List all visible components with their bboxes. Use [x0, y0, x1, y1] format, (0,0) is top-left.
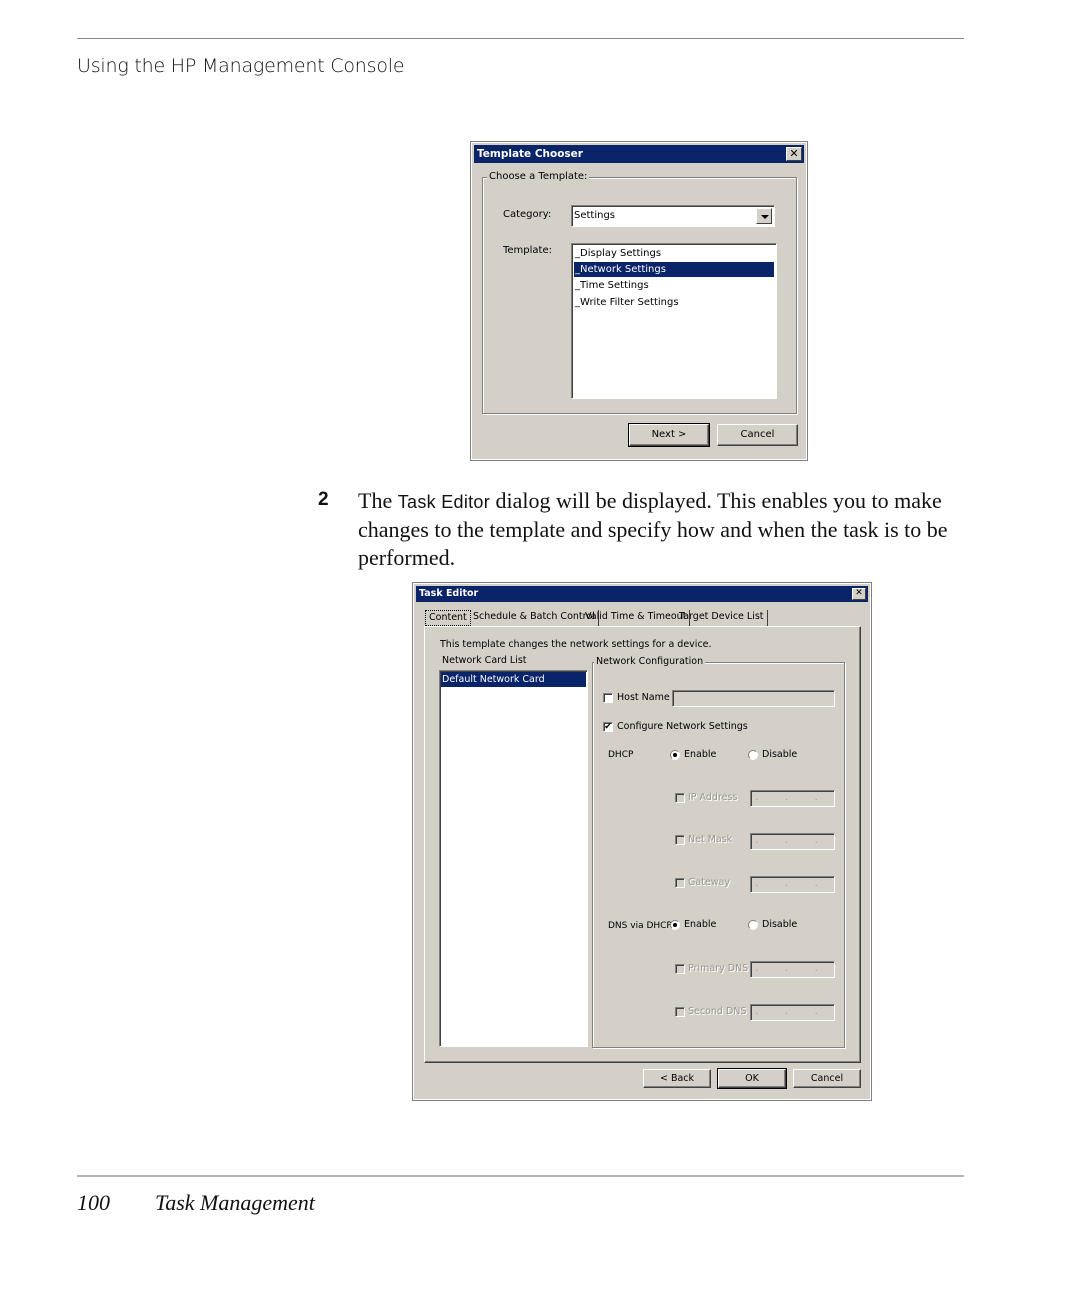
ip-address-checkbox[interactable]	[675, 793, 685, 803]
template-chooser-titlebar[interactable]: Template Chooser ✕	[474, 145, 804, 163]
template-list-item[interactable]: _Write Filter Settings	[574, 295, 774, 310]
dns-enable-label: Enable	[684, 919, 717, 930]
template-chooser-dialog: Template Chooser ✕ Choose a Template: Ca…	[470, 141, 808, 461]
choose-template-group-label: Choose a Template:	[487, 171, 590, 183]
cancel-button[interactable]: Cancel	[717, 424, 798, 446]
task-editor-titlebar[interactable]: Task Editor ✕	[416, 586, 868, 602]
network-configuration-label: Network Configuration	[594, 656, 706, 668]
category-label: Category:	[503, 209, 552, 220]
tab-target-device-list[interactable]: Target Device List	[676, 610, 768, 626]
gateway-checkbox[interactable]	[675, 878, 685, 888]
gateway-input[interactable]: . . .	[750, 876, 835, 893]
dhcp-enable-label: Enable	[684, 749, 717, 760]
network-card-list-label: Network Card List	[440, 655, 529, 667]
dhcp-disable-radio[interactable]	[748, 750, 758, 760]
close-icon[interactable]: ✕	[786, 147, 802, 161]
template-label: Template:	[503, 245, 552, 256]
close-icon[interactable]: ✕	[852, 588, 866, 600]
dhcp-label: DHCP	[608, 750, 634, 760]
task-editor-title: Task Editor	[419, 588, 479, 599]
dhcp-enable-radio[interactable]	[670, 750, 680, 760]
primary-dns-label: Primary DNS	[688, 963, 749, 974]
network-card-listbox[interactable]: Default Network Card	[439, 670, 588, 1047]
header-rule	[77, 38, 964, 39]
second-dns-checkbox[interactable]	[675, 1007, 685, 1017]
step-text: The Task Editor dialog will be displayed…	[358, 487, 958, 572]
template-list-item[interactable]: _Display Settings	[574, 246, 774, 261]
configure-network-label: Configure Network Settings	[617, 721, 748, 732]
tab-valid-time-timeout[interactable]: Valid Time & Timeout	[582, 610, 691, 626]
net-mask-value: . . .	[755, 836, 830, 846]
footer-section-title: Task Management	[155, 1190, 315, 1215]
task-editor-dialog: Task Editor ✕ Content Schedule & Batch C…	[412, 582, 872, 1101]
template-listbox[interactable]: _Display Settings _Network Settings _Tim…	[571, 243, 777, 399]
footer-rule	[77, 1175, 964, 1177]
page-number: 100	[77, 1190, 110, 1215]
network-card-list-group: Network Card List Default Network Card	[439, 655, 588, 1047]
ip-address-input[interactable]: . . .	[750, 790, 835, 807]
content-tab-panel: This template changes the network settin…	[424, 626, 861, 1063]
network-card-item-selected[interactable]: Default Network Card	[441, 672, 586, 687]
back-button[interactable]: < Back	[643, 1069, 711, 1088]
category-dropdown[interactable]: Settings	[571, 205, 775, 227]
tab-content[interactable]: Content	[425, 610, 471, 626]
running-head: Using the HP Management Console	[77, 55, 405, 77]
dhcp-disable-label: Disable	[762, 749, 798, 760]
second-dns-label: Second DNS	[688, 1006, 747, 1017]
host-name-checkbox[interactable]	[603, 693, 613, 703]
host-name-input[interactable]	[672, 690, 835, 707]
step-code: Task Editor	[397, 492, 491, 512]
gateway-label: Gateway	[688, 877, 730, 888]
template-list-item[interactable]: _Time Settings	[574, 278, 774, 293]
ok-button[interactable]: OK	[717, 1068, 787, 1089]
template-description: This template changes the network settin…	[440, 639, 712, 650]
tab-schedule-batch-control[interactable]: Schedule & Batch Control	[470, 610, 599, 626]
primary-dns-value: . . .	[755, 964, 830, 974]
step-number: 2	[318, 489, 329, 510]
category-value: Settings	[574, 210, 616, 221]
dns-disable-radio[interactable]	[748, 920, 758, 930]
dns-disable-label: Disable	[762, 919, 798, 930]
dns-enable-radio[interactable]	[670, 920, 680, 930]
cancel-button[interactable]: Cancel	[793, 1069, 861, 1088]
next-button[interactable]: Next >	[628, 423, 710, 447]
dns-via-dhcp-label: DNS via DHCP	[608, 921, 672, 931]
ip-address-label: IP Address	[688, 792, 738, 803]
check-icon: ✔	[604, 722, 612, 732]
net-mask-label: Net Mask	[688, 834, 733, 845]
primary-dns-input[interactable]: . . .	[750, 961, 835, 978]
network-configuration-group: Network Configuration Host Name ✔ Config…	[592, 656, 845, 1048]
template-chooser-title: Template Chooser	[477, 148, 583, 160]
second-dns-input[interactable]: . . .	[750, 1004, 835, 1021]
primary-dns-checkbox[interactable]	[675, 964, 685, 974]
net-mask-checkbox[interactable]	[675, 835, 685, 845]
template-list-item-selected[interactable]: _Network Settings	[574, 262, 774, 277]
net-mask-input[interactable]: . . .	[750, 833, 835, 850]
choose-template-group: Choose a Template: Category: Settings Te…	[482, 171, 797, 414]
second-dns-value: . . .	[755, 1007, 830, 1017]
gateway-value: . . .	[755, 879, 830, 889]
host-name-label: Host Name	[617, 692, 670, 703]
ip-address-value: . . .	[755, 793, 830, 803]
configure-network-checkbox[interactable]: ✔	[603, 722, 613, 732]
step-text-before: The	[358, 488, 398, 513]
chevron-down-icon[interactable]	[756, 208, 772, 224]
